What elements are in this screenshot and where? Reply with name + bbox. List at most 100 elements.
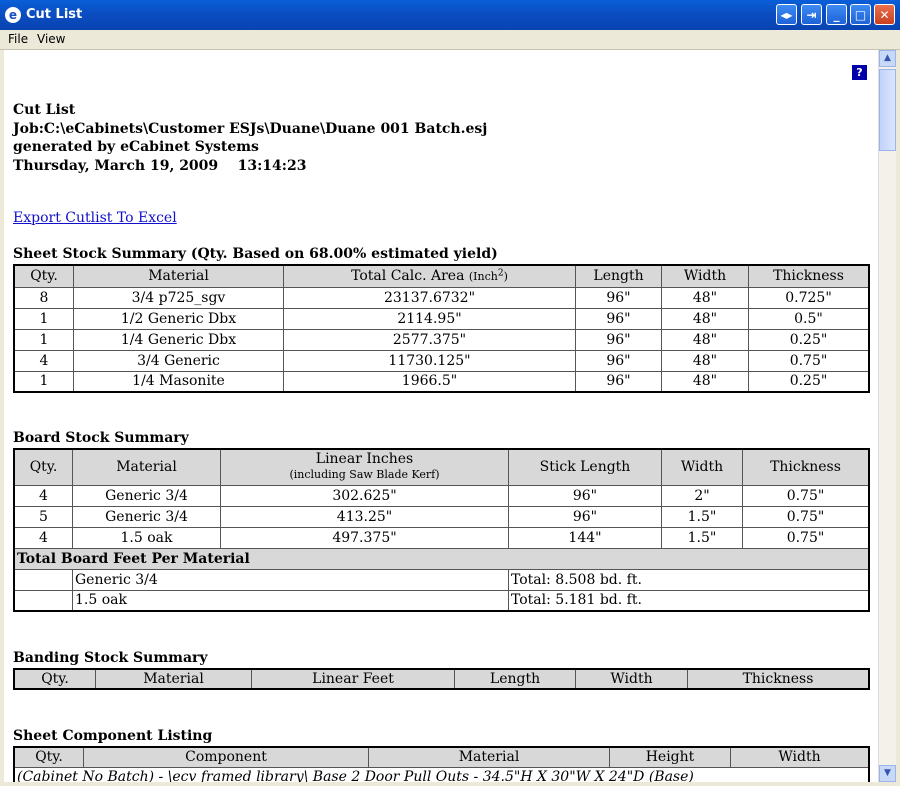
table-row: 8 3/4 p725_sgv 23137.6732" 96" 48" 0.725" xyxy=(13,286,870,309)
col-linear-feet: Linear Feet xyxy=(251,668,455,690)
cell: 11730.125" xyxy=(283,349,576,372)
cell: 96" xyxy=(575,370,662,393)
sheet-stock-title: Sheet Stock Summary (Qty. Based on 68.00… xyxy=(13,246,498,262)
cell: 1 xyxy=(13,328,74,351)
col-width: Width xyxy=(661,448,743,486)
cell: 0.25" xyxy=(748,328,870,351)
help-icon[interactable]: ? xyxy=(852,65,867,80)
spacer-cell xyxy=(13,589,73,612)
cell: 1/2 Generic Dbx xyxy=(73,307,284,330)
cell: 144" xyxy=(508,526,662,549)
scroll-down-icon[interactable]: ▼ xyxy=(879,765,896,782)
cell: 4 xyxy=(13,526,73,549)
cell: 497.375" xyxy=(220,526,509,549)
cell: 302.625" xyxy=(220,484,509,507)
spacer-cell xyxy=(13,568,73,591)
table-header-row: Qty. Material Total Calc. Area (Inch2) L… xyxy=(13,264,870,288)
col-thickness: Thickness xyxy=(687,668,870,690)
table-row: 1.5 oak Total: 5.181 bd. ft. xyxy=(13,589,870,612)
cell: 96" xyxy=(575,328,662,351)
cell: 3/4 Generic xyxy=(73,349,284,372)
report-title: Cut List xyxy=(13,102,76,118)
sheet-component-title: Sheet Component Listing xyxy=(13,728,213,744)
table-row: 1 1/2 Generic Dbx 2114.95" 96" 48" 0.5" xyxy=(13,307,870,330)
cell: 96" xyxy=(508,505,662,528)
total-board-feet-title: Total Board Feet Per Material xyxy=(13,547,870,570)
table-row: Generic 3/4 Total: 8.508 bd. ft. xyxy=(13,568,870,591)
table-header-row: Qty. Material Linear Inches (including Sa… xyxy=(13,448,870,486)
cell: 1/4 Generic Dbx xyxy=(73,328,284,351)
cell: 5 xyxy=(13,505,73,528)
cell: 0.25" xyxy=(748,370,870,393)
job-path: Job:C:\eCabinets\Customer ESJs\Duane\Dua… xyxy=(13,120,488,137)
menu-file[interactable]: File xyxy=(8,32,28,46)
cell: 1.5" xyxy=(661,526,743,549)
cell: Total: 8.508 bd. ft. xyxy=(508,568,870,591)
col-material: Material xyxy=(72,448,221,486)
col-qty: Qty. xyxy=(13,264,74,288)
cell: 0.75" xyxy=(742,505,870,528)
maximize-button[interactable]: □ xyxy=(850,4,871,25)
menu-bar: File View xyxy=(0,30,900,50)
cell: 4 xyxy=(13,349,74,372)
cell: 48" xyxy=(661,307,749,330)
scroll-thumb[interactable] xyxy=(879,69,896,151)
cell: 48" xyxy=(661,349,749,372)
col-material: Material xyxy=(95,668,252,690)
table-header-row: Qty. Component Material Height Width xyxy=(13,746,870,768)
cell: 96" xyxy=(575,307,662,330)
cell: 0.75" xyxy=(742,526,870,549)
cell: 48" xyxy=(661,370,749,393)
ecabinets-app-icon: e xyxy=(5,7,21,23)
cell: 0.725" xyxy=(748,286,870,309)
col-qty: Qty. xyxy=(13,448,73,486)
col-qty: Qty. xyxy=(13,668,96,690)
report-date: Thursday, March 19, 2009 13:14:23 xyxy=(13,157,307,174)
cell: 1 xyxy=(13,307,74,330)
close-button[interactable]: ✕ xyxy=(874,4,895,25)
col-area: Total Calc. Area (Inch2) xyxy=(283,264,576,288)
table-row: 4 Generic 3/4 302.625" 96" 2" 0.75" xyxy=(13,484,870,507)
board-stock-title: Board Stock Summary xyxy=(13,430,189,446)
table-row: 4 3/4 Generic 11730.125" 96" 48" 0.75" xyxy=(13,349,870,372)
col-material: Material xyxy=(73,264,284,288)
switch-window-icon[interactable]: ⇥ xyxy=(801,4,822,25)
restore-arrows-icon[interactable]: ◂▸ xyxy=(776,4,797,25)
report-content: ? Cut List Job:C:\eCabinets\Customer ESJ… xyxy=(4,50,878,782)
board-stock-table: Qty. Material Linear Inches (including Sa… xyxy=(13,448,870,612)
menu-view[interactable]: View xyxy=(37,32,65,46)
cell: 1/4 Masonite xyxy=(73,370,284,393)
cell: 96" xyxy=(575,286,662,309)
table-row: 1 1/4 Masonite 1966.5" 96" 48" 0.25" xyxy=(13,370,870,393)
sheet-component-table: Qty. Component Material Height Width (Ca… xyxy=(13,746,870,782)
col-height: Height xyxy=(609,746,731,768)
table-row: (Cabinet No Batch) - \ecv framed library… xyxy=(13,766,870,782)
banding-stock-title: Banding Stock Summary xyxy=(13,650,208,666)
vertical-scrollbar[interactable]: ▲ ▼ xyxy=(878,50,896,782)
cell: 2577.375" xyxy=(283,328,576,351)
cell: 1.5 oak xyxy=(72,526,221,549)
col-width: Width xyxy=(575,668,688,690)
cell: 1966.5" xyxy=(283,370,576,393)
cell: 48" xyxy=(661,328,749,351)
cell: Total: 5.181 bd. ft. xyxy=(508,589,870,612)
cell: 1.5" xyxy=(661,505,743,528)
col-length: Length xyxy=(575,264,662,288)
col-linear-inches: Linear Inches (including Saw Blade Kerf) xyxy=(220,448,509,486)
minimize-button[interactable]: _ xyxy=(826,4,847,25)
table-row: 4 1.5 oak 497.375" 144" 1.5" 0.75" xyxy=(13,526,870,549)
col-thickness: Thickness xyxy=(748,264,870,288)
cell: Generic 3/4 xyxy=(72,505,221,528)
col-material: Material xyxy=(368,746,610,768)
col-width: Width xyxy=(661,264,749,288)
cell: 1 xyxy=(13,370,74,393)
cell: 0.75" xyxy=(748,349,870,372)
cell: 0.75" xyxy=(742,484,870,507)
report-header: Cut List Job:C:\eCabinets\Customer ESJs\… xyxy=(13,101,487,175)
cell: 1.5 oak xyxy=(72,589,509,612)
cell: 23137.6732" xyxy=(283,286,576,309)
cabinet-group-row: (Cabinet No Batch) - \ecv framed library… xyxy=(13,766,870,782)
cell: 48" xyxy=(661,286,749,309)
export-cutlist-link[interactable]: Export Cutlist To Excel xyxy=(13,210,177,226)
scroll-up-icon[interactable]: ▲ xyxy=(879,50,896,67)
